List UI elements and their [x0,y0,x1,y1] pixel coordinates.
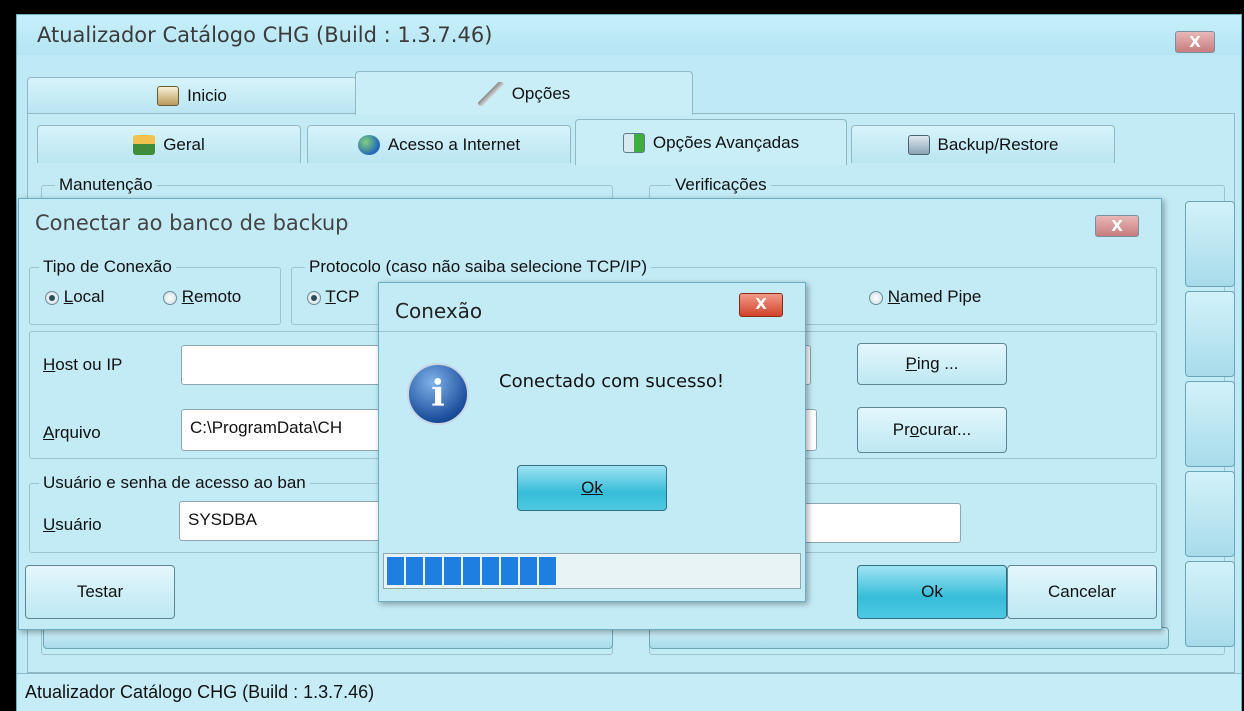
host-label-post: ost ou IP [55,355,123,374]
ping-button-key: P [905,354,917,373]
browse-button-post: curar... [919,420,972,439]
info-icon: i [407,363,469,425]
backup-dialog-close-button[interactable]: X [1095,215,1139,237]
test-button[interactable]: Testar [25,565,175,619]
user-label-key: U [43,515,56,534]
main-close-button[interactable]: X [1175,31,1215,53]
title-divider [379,331,805,332]
radio-tcp-key: T [325,287,336,306]
tab-inicio[interactable]: Inicio [27,77,357,113]
radio-remoto-key: R [181,287,195,306]
file-label: Arquivo [43,423,101,443]
radio-remoto-post: emoto [194,287,242,306]
tab-opcoes-label: Opções [511,83,571,103]
progress-block [444,557,461,585]
message-box-close-button[interactable]: X [739,293,783,317]
radio-named-pipe-indicator [869,290,883,305]
progress-block [425,557,442,585]
radio-tcp[interactable]: TCP [307,287,359,307]
host-label: Host ou IP [43,355,122,375]
dialog-ok-button[interactable]: Ok [857,565,1007,619]
browse-button[interactable]: Pr o curar... [857,407,1007,453]
credentials-label: Usuário e senha de acesso ao ban [39,473,310,493]
tab-backup-restore[interactable]: Backup/Restore [851,125,1115,163]
tab-geral[interactable]: Geral [37,125,301,163]
tab-geral-label: Geral [163,134,205,154]
radio-local[interactable]: Local [45,287,104,307]
tab-backup-restore-label: Backup/Restore [937,134,1059,154]
checks-group-label: Verificações [671,175,771,195]
progress-block [501,557,518,585]
backup-dialog-title: Conectar ao banco de backup [35,211,349,235]
side-action-button-4[interactable] [1185,471,1235,557]
wrench-icon [477,81,504,106]
side-action-button-1[interactable] [1185,201,1235,287]
browse-button-key: o [909,420,920,439]
radio-local-key: L [63,287,74,306]
side-action-button-5[interactable] [1185,561,1235,647]
side-action-button-3[interactable] [1185,381,1235,467]
message-ok-label: Ok [581,478,603,497]
maintenance-button[interactable] [43,627,613,649]
file-label-key: A [43,423,55,442]
radio-remoto[interactable]: Remoto [163,287,241,307]
tab-opcoes-avancadas[interactable]: Opções Avançadas [575,119,847,165]
checks-button[interactable] [649,627,1169,649]
progress-block [482,557,499,585]
radio-tcp-indicator [307,290,321,305]
radio-local-post: ocal [73,287,105,306]
radio-local-indicator [45,290,59,305]
tab-opcoes-avancadas-label: Opções Avançadas [652,132,800,152]
progress-bar [383,553,801,589]
message-ok-button[interactable]: Ok [517,465,667,511]
dialog-cancel-button[interactable]: Cancelar [1007,565,1157,619]
progress-block [387,557,404,585]
globe-icon [357,134,380,155]
arrow-icon [622,132,645,153]
maintenance-group-label: Manutenção [55,175,157,195]
connection-message-box: Conexão X i Conectado com sucesso! Ok [378,282,806,602]
radio-remoto-indicator [163,290,177,305]
progress-block [463,557,480,585]
connection-type-label: Tipo de Conexão [39,257,176,277]
browse-button-pre: Pr [892,420,910,439]
backup-icon [907,134,930,155]
ping-button-post: ing ... [916,354,959,373]
protocol-label: Protocolo (caso não saiba selecione TCP/… [305,257,651,277]
message-text: Conectado com sucesso! [499,371,725,392]
main-window-title: Atualizador Catálogo CHG (Build : 1.3.7.… [37,23,493,47]
tab-opcoes[interactable]: Opções [355,71,693,115]
radio-tcp-post: CP [335,287,360,306]
tab-acesso-internet-label: Acesso a Internet [387,134,521,154]
status-bar: Atualizador Catálogo CHG (Build : 1.3.7.… [17,673,1241,711]
file-label-post: rquivo [54,423,101,442]
user-label-post: suário [55,515,102,534]
tab-acesso-internet[interactable]: Acesso a Internet [307,125,571,163]
house-icon [133,134,156,155]
radio-named-pipe-key: N [887,287,901,306]
home-icon [157,85,180,106]
user-label: Usuário [43,515,102,535]
tab-inicio-label: Inicio [187,85,227,105]
progress-block [406,557,423,585]
progress-block [539,557,556,585]
side-action-button-2[interactable] [1185,291,1235,377]
message-box-title: Conexão [395,299,483,323]
ping-button[interactable]: Ping ... [857,343,1007,385]
host-label-key: H [43,355,56,374]
radio-named-pipe[interactable]: Named Pipe [869,287,981,307]
radio-named-pipe-post: amed Pipe [900,287,982,306]
status-bar-text: Atualizador Catálogo CHG (Build : 1.3.7.… [25,682,375,702]
main-title-bar: Atualizador Catálogo CHG (Build : 1.3.7.… [17,15,1241,55]
progress-block [520,557,537,585]
